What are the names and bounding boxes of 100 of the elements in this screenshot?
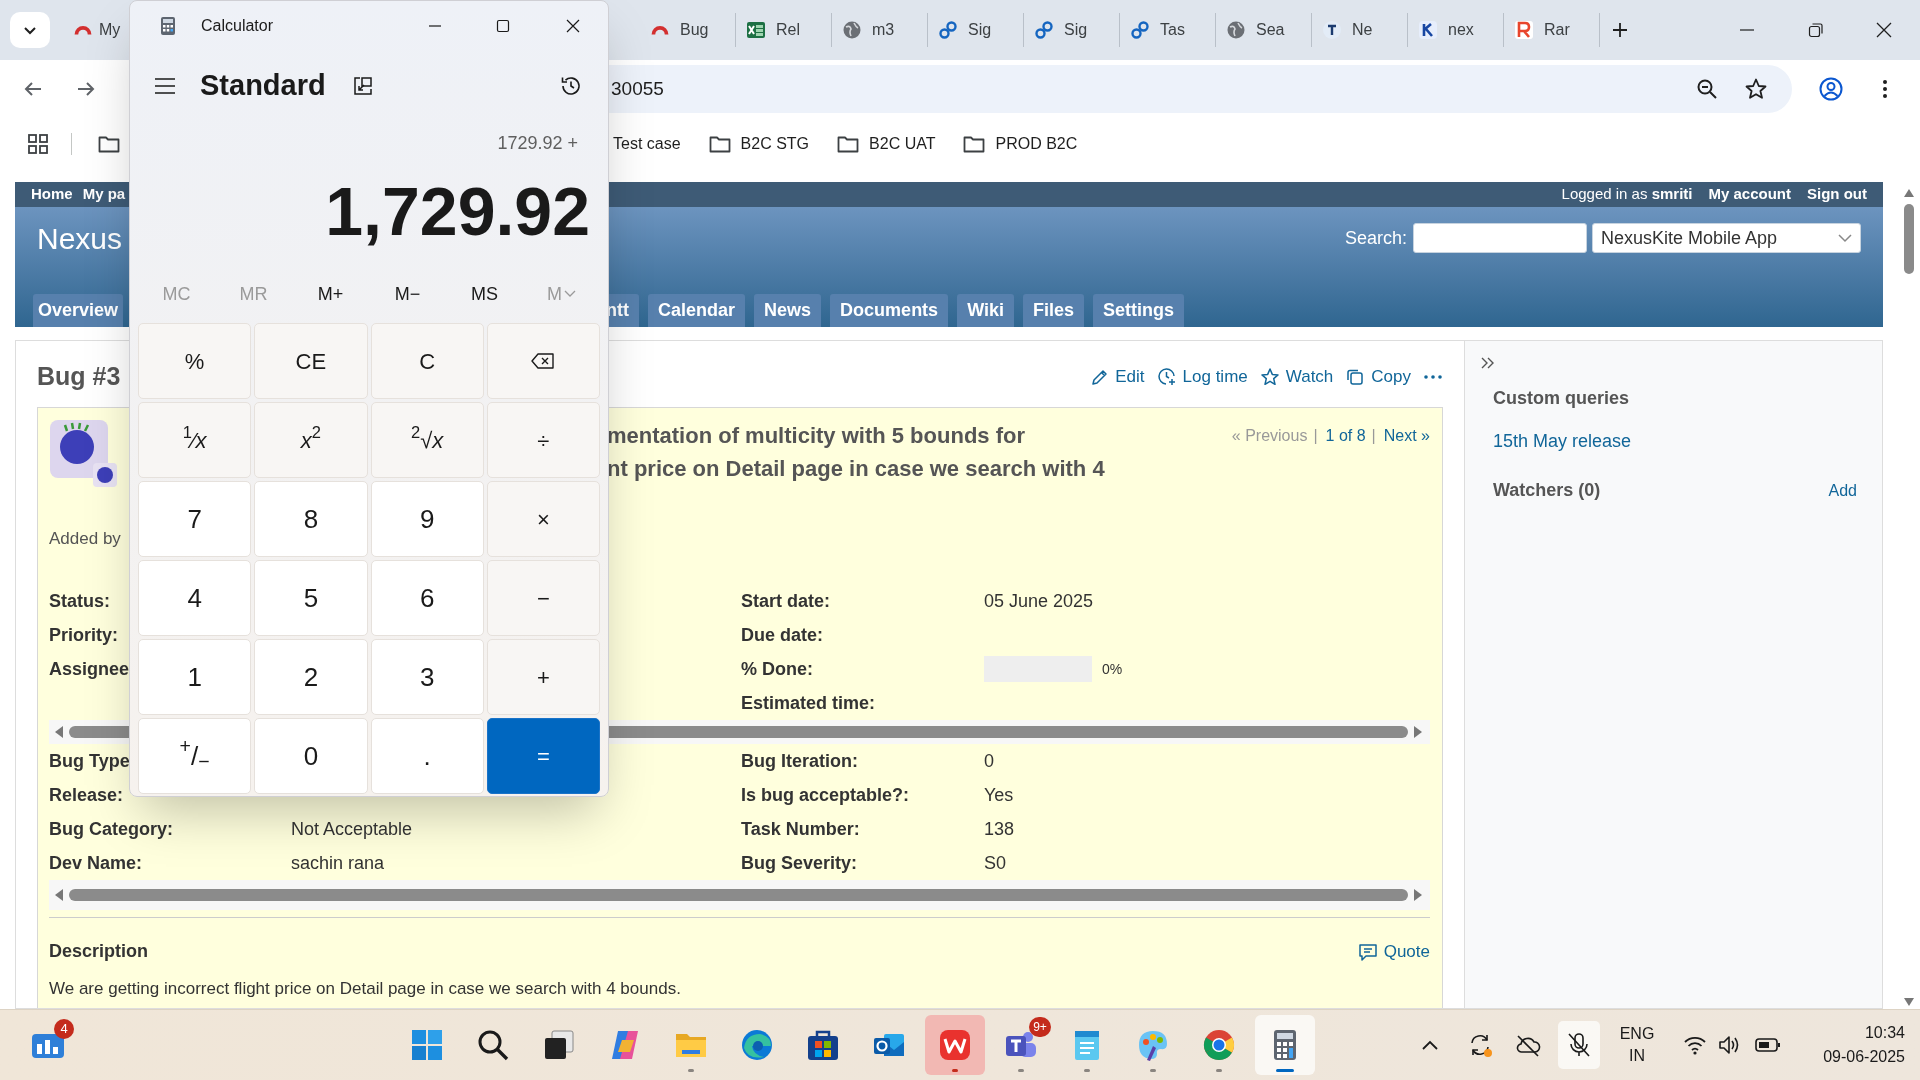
calculator-key[interactable]: − (486, 560, 600, 636)
pager-link[interactable]: Next » (1383, 419, 1430, 452)
calculator-key[interactable]: CE (254, 323, 368, 399)
project-tab[interactable]: Overview (33, 294, 124, 327)
project-tab[interactable]: Calendar (648, 294, 746, 327)
scroll-left-icon[interactable] (53, 888, 65, 902)
project-tab[interactable]: Files (1022, 294, 1084, 327)
document-app-icon[interactable] (938, 1028, 972, 1062)
calculator-key[interactable]: 5 (254, 560, 368, 636)
zoom-icon[interactable] (1695, 77, 1719, 101)
scroll-left-icon[interactable] (53, 725, 65, 739)
action-link[interactable]: Log time (1156, 364, 1248, 390)
calculator-key[interactable]: . (370, 718, 484, 794)
folder-icon[interactable] (98, 135, 120, 153)
query-link[interactable]: 15th May release (1493, 428, 1857, 455)
calculator-key[interactable]: x$^{2}$ (254, 402, 368, 478)
calculator-key[interactable]: 9 (370, 481, 484, 557)
project-tab[interactable]: Documents (830, 294, 949, 327)
windows-icon[interactable] (410, 1028, 444, 1062)
scroll-down-icon[interactable] (1902, 997, 1915, 1007)
memory-button[interactable]: M+ (317, 280, 344, 308)
browser-tab[interactable]: Bug (640, 13, 736, 47)
search-icon[interactable] (476, 1028, 510, 1062)
calculator-key[interactable]: C (370, 323, 484, 399)
new-tab-icon[interactable] (1612, 22, 1628, 38)
project-select[interactable]: NexusKite Mobile App (1592, 223, 1861, 253)
profile-icon[interactable] (1819, 77, 1843, 101)
store-icon[interactable] (806, 1028, 840, 1062)
browser-icon[interactable] (740, 1028, 774, 1062)
browser-tab[interactable]: Sea (1216, 13, 1312, 47)
maximize-icon[interactable] (496, 18, 510, 33)
apps-icon[interactable] (27, 133, 49, 155)
language-indicator[interactable]: ENG (1619, 1023, 1655, 1045)
microphone-muted-button[interactable] (1558, 1021, 1600, 1069)
bookmark[interactable]: Test case (613, 132, 681, 156)
bookmark[interactable]: B2C UAT (837, 132, 936, 156)
cloud-off-icon[interactable] (1515, 1032, 1541, 1058)
calculator-key[interactable]: $^{2}$√x (370, 402, 484, 478)
calculator-key[interactable]: 4 (138, 560, 252, 636)
tab-search-button[interactable] (10, 12, 50, 48)
browser-tab[interactable]: My (66, 13, 129, 47)
browser-tab[interactable]: Tas (1120, 13, 1216, 47)
bookmark[interactable]: PROD B2C (963, 132, 1078, 156)
equals-key[interactable]: = (486, 718, 600, 794)
action-link[interactable]: Copy (1345, 364, 1411, 390)
browser-tab[interactable]: Rar (1504, 13, 1600, 47)
account-link[interactable]: Sign out (1807, 183, 1867, 206)
browser-tab[interactable]: Sig (928, 13, 1024, 47)
close-icon[interactable] (1876, 22, 1892, 38)
close-icon[interactable] (566, 18, 580, 33)
bookmark[interactable]: B2C STG (708, 132, 810, 156)
calculator-key[interactable]: ÷ (486, 402, 600, 478)
calculator-key[interactable]: 0 (254, 718, 368, 794)
scroll-thumb[interactable] (1903, 204, 1914, 274)
memory-button[interactable]: MS (471, 280, 498, 308)
scroll-up-icon[interactable] (1902, 188, 1915, 198)
address-bar[interactable]: 30055 (607, 65, 1792, 113)
calculator-key[interactable]: 6 (370, 560, 484, 636)
calculator-key[interactable]: × (486, 481, 600, 557)
action-link[interactable]: Watch (1259, 364, 1334, 390)
calculator-key[interactable]: % (138, 323, 252, 399)
clock[interactable]: 10:34 09-06-2025 (1823, 1021, 1905, 1069)
add-watcher-link[interactable]: Add (1828, 478, 1857, 503)
region-indicator[interactable]: IN (1629, 1045, 1645, 1067)
calculator-key[interactable]: 7 (138, 481, 252, 557)
search-field[interactable] (1413, 223, 1587, 253)
quote-link[interactable]: Quote (1357, 938, 1430, 965)
browser-tab[interactable]: Sig (1024, 13, 1120, 47)
project-tab[interactable]: Settings (1093, 294, 1184, 327)
browser-tab[interactable]: Ne (1312, 13, 1408, 47)
horizontal-scrollbar[interactable] (49, 880, 1430, 910)
project-tab[interactable]: News (754, 294, 822, 327)
keep-on-top-icon[interactable] (351, 75, 374, 97)
wifi-icon[interactable] (1683, 1034, 1707, 1056)
menu-link[interactable]: Home (31, 183, 73, 206)
action-link[interactable]: Edit (1091, 364, 1145, 390)
calculator-key[interactable]: 8 (254, 481, 368, 557)
paint-icon[interactable] (1136, 1028, 1170, 1062)
pager-link[interactable]: 1 of 8 (1325, 419, 1366, 452)
scroll-right-icon[interactable] (1412, 725, 1424, 739)
menu-icon[interactable] (154, 77, 176, 95)
memory-button[interactable]: M− (394, 280, 421, 308)
battery-icon[interactable] (1755, 1037, 1781, 1053)
calculator-key[interactable]: 1 (138, 639, 252, 715)
calculator-key[interactable]: 3 (370, 639, 484, 715)
calculator-key[interactable]: $^{1}$⁄x (138, 402, 252, 478)
menu-link[interactable]: My pa (82, 183, 126, 206)
history-icon[interactable] (559, 74, 583, 98)
chrome-icon[interactable] (1202, 1028, 1236, 1062)
project-tab[interactable]: Wiki (957, 294, 1014, 327)
star-icon[interactable] (1744, 77, 1768, 101)
scroll-right-icon[interactable] (1412, 888, 1424, 902)
browser-tab[interactable]: Rel (736, 13, 832, 47)
calculator-key[interactable]: 2 (254, 639, 368, 715)
task-view-icon[interactable] (542, 1028, 576, 1062)
collapse-icon[interactable] (1480, 355, 1496, 371)
browser-tab[interactable]: m3 (832, 13, 928, 47)
account-link[interactable]: My account (1708, 183, 1791, 206)
restore-icon[interactable] (1808, 22, 1824, 38)
calculator-key[interactable]: $^{+}$/$_{−}$ (138, 718, 252, 794)
